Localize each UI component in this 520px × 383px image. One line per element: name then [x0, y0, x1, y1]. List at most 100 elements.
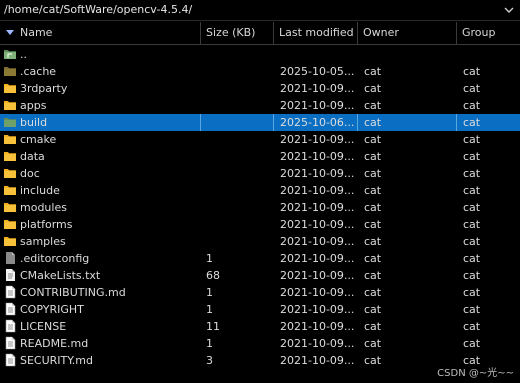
file-name-cell: CMakeLists.txt — [20, 267, 201, 284]
file-row[interactable]: data 2021-10-09... cat cat — [0, 148, 520, 165]
file-group: cat — [463, 167, 481, 180]
file-modified: 2021-10-09... — [280, 303, 355, 316]
file-name-cell: cmake — [20, 131, 201, 148]
file-size — [201, 199, 274, 216]
file-row[interactable]: LICENSE 11 2021-10-09... cat cat — [0, 318, 520, 335]
file-owner: cat — [364, 337, 382, 350]
file-owner: cat — [364, 82, 382, 95]
file-row[interactable]: build 2025-10-06... cat cat — [0, 114, 520, 131]
file-name: CONTRIBUTING.md — [20, 286, 126, 299]
file-size: 1 — [206, 303, 213, 316]
file-size — [201, 97, 274, 114]
file-owner: cat — [364, 252, 382, 265]
column-name[interactable]: Name — [0, 22, 201, 44]
file-group: cat — [463, 320, 481, 333]
file-owner: cat — [364, 235, 382, 248]
file-name: build — [20, 116, 48, 129]
file-size — [201, 165, 274, 182]
file-owner: cat — [364, 303, 382, 316]
folder-icon — [3, 81, 17, 95]
file-name: CMakeLists.txt — [20, 269, 101, 282]
file-name-cell: SECURITY.md — [20, 352, 201, 369]
column-last-modified[interactable]: Last modified — [274, 22, 358, 44]
file-name-cell: doc — [20, 165, 201, 182]
file-name: samples — [20, 235, 66, 248]
file-name-cell: CONTRIBUTING.md — [20, 284, 201, 301]
file-modified: 2021-10-09... — [280, 269, 355, 282]
file-size: 11 — [206, 320, 220, 333]
file-size: 3 — [206, 354, 213, 367]
file-row[interactable]: README.md 1 2021-10-09... cat cat — [0, 335, 520, 352]
path-bar[interactable]: /home/cat/SoftWare/opencv-4.5.4/ — [0, 0, 520, 21]
file-group: cat — [463, 218, 481, 231]
file-group: cat — [463, 337, 481, 350]
file-size — [201, 114, 274, 131]
file-modified: 2021-10-09... — [280, 235, 355, 248]
folder-icon — [3, 166, 17, 180]
file-modified: 2021-10-09... — [280, 99, 355, 112]
file-row[interactable]: COPYRIGHT 1 2021-10-09... cat cat — [0, 301, 520, 318]
file-row[interactable]: apps 2021-10-09... cat cat — [0, 97, 520, 114]
file-group: cat — [463, 235, 481, 248]
column-size[interactable]: Size (KB) — [201, 22, 274, 44]
file-modified: 2021-10-09... — [280, 82, 355, 95]
file-row[interactable]: .editorconfig 1 2021-10-09... cat cat — [0, 250, 520, 267]
file-row[interactable]: 3rdparty 2021-10-09... cat cat — [0, 80, 520, 97]
file-name: .editorconfig — [20, 252, 90, 265]
file-name: modules — [20, 201, 67, 214]
file-row[interactable]: doc 2021-10-09... cat cat — [0, 165, 520, 182]
file-name-cell: .cache — [20, 63, 201, 80]
file-name-cell: samples — [20, 233, 201, 250]
file-owner: cat — [364, 133, 382, 146]
file-name: data — [20, 150, 45, 163]
file-owner: cat — [364, 286, 382, 299]
folder-icon — [3, 132, 17, 146]
file-name: doc — [20, 167, 40, 180]
file-size: 1 — [206, 286, 213, 299]
hidden-folder-icon — [3, 64, 17, 78]
file-group: cat — [463, 116, 481, 129]
file-owner: cat — [364, 167, 382, 180]
file-name-cell: apps — [20, 97, 201, 114]
file-owner: cat — [364, 269, 382, 282]
file-name-cell: COPYRIGHT — [20, 301, 201, 318]
path-dropdown-icon[interactable] — [502, 3, 516, 17]
column-group[interactable]: Group — [457, 22, 520, 44]
file-size — [201, 216, 274, 233]
file-row[interactable]: CONTRIBUTING.md 1 2021-10-09... cat cat — [0, 284, 520, 301]
file-name: 3rdparty — [20, 82, 68, 95]
file-row[interactable]: platforms 2021-10-09... cat cat — [0, 216, 520, 233]
file-group: cat — [463, 65, 481, 78]
file-group: cat — [463, 150, 481, 163]
file-row[interactable]: .cache 2025-10-05... cat cat — [0, 63, 520, 80]
sort-descending-icon — [6, 30, 14, 35]
file-row[interactable]: modules 2021-10-09... cat cat — [0, 199, 520, 216]
file-name-cell: platforms — [20, 216, 201, 233]
build-folder-icon — [3, 115, 17, 129]
file-group: cat — [463, 184, 481, 197]
parent-folder-icon — [3, 47, 17, 61]
config-file-icon — [3, 251, 17, 265]
file-modified: 2021-10-09... — [280, 286, 355, 299]
column-owner[interactable]: Owner — [358, 22, 457, 44]
path-input[interactable]: /home/cat/SoftWare/opencv-4.5.4/ — [2, 0, 192, 20]
document-file-icon — [3, 285, 17, 299]
column-header: Name Size (KB) Last modified Owner Group — [0, 22, 520, 45]
file-row[interactable]: CMakeLists.txt 68 2021-10-09... cat cat — [0, 267, 520, 284]
file-group: cat — [463, 269, 481, 282]
file-modified: 2025-10-05... — [280, 65, 355, 78]
file-group: cat — [463, 133, 481, 146]
file-name-cell: build — [20, 114, 201, 131]
file-name-cell: 3rdparty — [20, 80, 201, 97]
file-size: 1 — [206, 252, 213, 265]
file-name: COPYRIGHT — [20, 303, 84, 316]
file-size — [201, 80, 274, 97]
file-row[interactable]: .. — [0, 46, 520, 63]
file-group: cat — [463, 303, 481, 316]
file-row[interactable]: cmake 2021-10-09... cat cat — [0, 131, 520, 148]
document-file-icon — [3, 353, 17, 367]
file-modified: 2025-10-06... — [274, 114, 358, 131]
file-row[interactable]: samples 2021-10-09... cat cat — [0, 233, 520, 250]
folder-icon — [3, 149, 17, 163]
file-row[interactable]: include 2021-10-09... cat cat — [0, 182, 520, 199]
